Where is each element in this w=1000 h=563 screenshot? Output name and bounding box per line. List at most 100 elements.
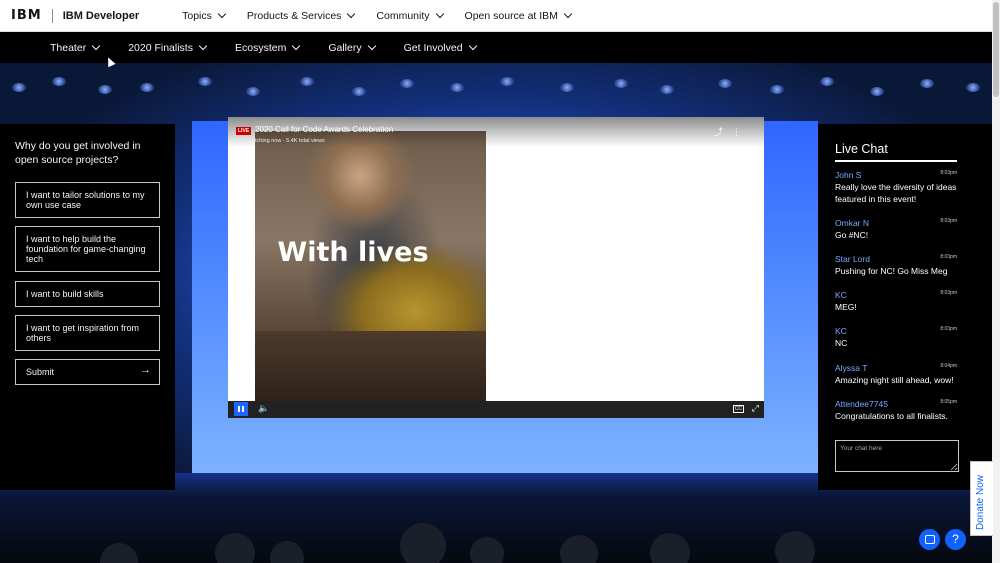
chat-text: Really love the diversity of ideas featu… <box>835 182 957 204</box>
chat-support-button[interactable] <box>919 529 940 550</box>
video-floor <box>255 331 486 401</box>
stage-light <box>246 87 260 96</box>
chat-text: Go #NC! <box>835 230 869 240</box>
stage-light <box>614 79 628 88</box>
chat-user: Omkar N <box>835 218 869 228</box>
subnav-get-involved[interactable]: Get Involved <box>403 41 477 54</box>
more-options-icon[interactable]: ⋮ <box>732 127 750 137</box>
stage-light <box>920 79 934 88</box>
fullscreen-icon[interactable]: ⤢ <box>752 403 759 414</box>
subnav-ecosystem-label: Ecosystem <box>234 41 287 54</box>
nav-community[interactable]: Community <box>376 9 444 22</box>
subnav-gallery[interactable]: Gallery <box>328 41 376 54</box>
stage-light <box>300 77 314 86</box>
arrow-right-icon: → <box>140 364 151 376</box>
sub-nav: Theater 2020 Finalists Ecosystem Gallery… <box>0 32 992 63</box>
chevron-down-icon <box>468 41 477 51</box>
stage-light <box>52 77 66 86</box>
help-icon: ? <box>952 532 959 546</box>
chat-message: John S 8:03pm Really love the diversity … <box>835 170 957 205</box>
poll-submit-button[interactable]: Submit → <box>15 359 160 385</box>
chevron-down-icon <box>563 9 573 19</box>
brand-name[interactable]: IBM Developer <box>63 10 139 22</box>
brand-divider <box>51 8 53 23</box>
stage-light <box>718 79 732 88</box>
subnav-finalists[interactable]: 2020 Finalists <box>128 42 208 54</box>
video-overlay-text: With lives <box>277 237 429 268</box>
chat-message: KC 8:03pm MEG! <box>835 290 957 314</box>
stage-light <box>400 79 414 88</box>
nav-products-label: Products & Services <box>246 9 342 22</box>
audience-head <box>650 533 690 563</box>
chat-title-underline <box>835 160 957 162</box>
chevron-down-icon <box>217 9 227 19</box>
chevron-down-icon <box>347 9 356 19</box>
stage-light <box>820 77 834 86</box>
help-button[interactable]: ? <box>945 529 966 550</box>
subnav-get-involved-label: Get Involved <box>403 41 463 54</box>
chat-user: John S <box>835 170 862 180</box>
chevron-down-icon <box>292 41 301 51</box>
stage-light <box>352 87 366 96</box>
stage-lights <box>0 63 992 113</box>
chat-user: KC <box>835 290 847 300</box>
subnav-ecosystem[interactable]: Ecosystem <box>234 41 301 54</box>
live-badge: LIVE <box>236 127 252 135</box>
chat-text: Congratulations to all finalists. <box>835 411 948 421</box>
video-header: LIVE 2020 Call for Code Awards Celebrati… <box>228 117 764 147</box>
stage-light <box>140 83 154 92</box>
page-scrollbar[interactable] <box>992 0 1000 563</box>
closed-captions-button[interactable]: CC <box>732 405 744 413</box>
chat-message: Omkar N 8:03pm Go #NC! <box>835 218 957 242</box>
chat-message: Star Lord 8:03pm Pushing for NC! Go Miss… <box>835 254 957 278</box>
nav-community-label: Community <box>376 9 430 22</box>
video-view-count: tching now · 5.4K total views <box>255 138 325 144</box>
donate-now-tab[interactable]: Donate Now <box>970 461 993 536</box>
poll-option[interactable]: I want to help build the foundation for … <box>15 226 160 272</box>
chat-user: KC <box>835 326 847 336</box>
video-player[interactable]: With lives LIVE 2020 Call for Code Award… <box>228 117 764 418</box>
audience-silhouettes <box>0 513 992 563</box>
live-chat-panel: Live Chat John S 8:03pm Really love the … <box>818 124 992 490</box>
chat-time: 8:04pm <box>940 363 957 369</box>
stage-light <box>560 83 574 92</box>
video-controls: 🔈 CC ⤢ <box>228 401 764 418</box>
subnav-theater-label: Theater <box>50 41 87 54</box>
pause-button[interactable] <box>234 402 248 416</box>
poll-panel: Why do you get involved in open source p… <box>0 124 175 490</box>
video-title[interactable]: 2020 Call for Code Awards Celebration <box>255 125 393 134</box>
nav-open-source-label: Open source at IBM <box>464 9 558 22</box>
share-icon[interactable]: ⤴ <box>714 127 732 137</box>
stage-light <box>12 83 26 92</box>
volume-icon[interactable]: 🔈 <box>258 403 269 414</box>
nav-open-source[interactable]: Open source at IBM <box>464 9 573 22</box>
poll-option[interactable]: I want to build skills <box>15 281 160 307</box>
poll-question: Why do you get involved in open source p… <box>15 140 141 166</box>
top-header: IBM IBM Developer Topics Products & Serv… <box>0 0 992 32</box>
stage-light <box>966 83 980 92</box>
nav-products-services[interactable]: Products & Services <box>246 9 356 22</box>
scrollbar-thumb[interactable] <box>993 2 999 97</box>
nav-topics[interactable]: Topics <box>182 9 227 22</box>
subnav-theater[interactable]: Theater <box>50 41 101 54</box>
chat-user: Attendee7745 <box>835 399 888 409</box>
live-chat-title: Live Chat <box>835 142 888 156</box>
chat-text: Amazing night still ahead, wow! <box>835 375 954 385</box>
subnav-gallery-label: Gallery <box>328 41 362 54</box>
stage-light <box>870 87 884 96</box>
audience-head <box>215 533 255 563</box>
stage-light <box>660 85 674 94</box>
poll-option[interactable]: I want to get inspiration from others <box>15 315 160 351</box>
stage-light <box>198 77 212 86</box>
chevron-down-icon <box>91 41 101 51</box>
chat-time: 8:03pm <box>940 290 957 296</box>
audience-head <box>270 541 304 563</box>
chevron-down-icon <box>367 41 376 51</box>
chat-input[interactable] <box>835 440 959 472</box>
chat-bubble-icon <box>924 535 935 544</box>
chat-message: KC 8:03pm NC <box>835 326 957 350</box>
ibm-logo[interactable]: IBM <box>11 8 42 23</box>
poll-option[interactable]: I want to tailor solutions to my own use… <box>15 182 160 218</box>
stage-light <box>500 77 514 86</box>
nav-topics-label: Topics <box>182 9 212 22</box>
